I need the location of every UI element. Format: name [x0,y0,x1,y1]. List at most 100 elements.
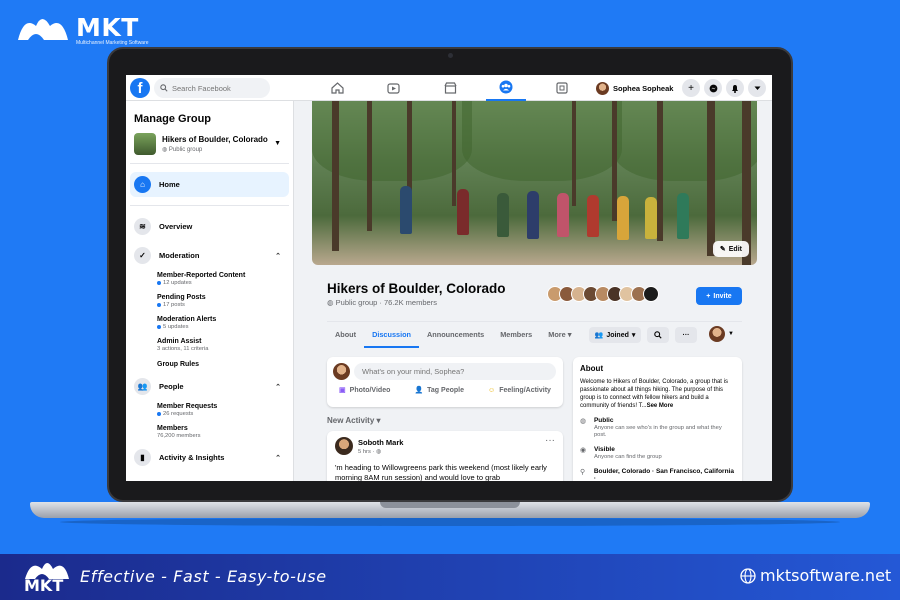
unread-dot [157,281,161,285]
feeling-activity-button[interactable]: ☺ Feeling/Activity [488,386,551,394]
sub-meta: 76,200 members [157,433,289,439]
sidebar-item-moderation[interactable]: ✓ Moderation ⌃ [130,243,289,268]
tab-members[interactable]: Members [492,322,540,348]
post-options-button[interactable]: ··· [545,435,555,446]
mkt-logo: MKT Multichannel Marketing Software [14,10,149,46]
group-thumbnail [134,133,156,155]
groups-icon[interactable] [486,75,526,101]
tab-more[interactable]: More ▾ [540,322,579,348]
sub-meta-text: 5 updates [163,324,189,330]
eye-icon: ◉ [580,447,587,454]
tab-announcements[interactable]: Announcements [419,322,492,348]
chevron-up-icon[interactable]: ⌃ [275,454,281,462]
member-avatars[interactable] [547,286,659,302]
public-desc: Anyone can see who's in the group and wh… [593,425,722,438]
marketplace-icon[interactable] [430,75,470,101]
messenger-icon[interactable] [704,79,722,97]
footer-website[interactable]: mktsoftware.net [740,566,891,585]
user-name: Sophea Sopheak [613,83,674,93]
photo-video-label: Photo/Video [349,386,391,394]
post-author[interactable]: Soboth Mark [358,438,403,447]
hiker [587,195,599,237]
home-icon: ⌂ [134,176,151,193]
laptop-base [30,502,870,518]
page-identity-switcher[interactable]: ▼ [709,326,734,342]
search-group-button[interactable] [647,327,669,343]
globe-icon [740,567,756,584]
sidebar-item-people[interactable]: 👥 People ⌃ [130,374,289,399]
sidebar-sub-member-reported[interactable]: Member-Reported Content 12 updates [130,272,289,286]
globe-icon: ◍ [162,147,169,153]
composer-input[interactable] [354,363,556,380]
search-input[interactable] [172,83,262,93]
about-visible: ◉ Visible Anyone can find the group [580,446,735,461]
tree [452,101,456,206]
sidebar-sub-pending-posts[interactable]: Pending Posts 17 posts [130,294,289,308]
chevron-up-icon[interactable]: ⌃ [275,252,281,260]
footer-tagline: Effective - Fast - Easy-to-use [80,567,327,586]
hiker [497,193,509,237]
laptop-notch [380,502,520,508]
footer-brand-name: MKT [24,576,64,595]
group-switcher-privacy: ◍ Public group [162,146,268,153]
avatar [335,437,353,455]
sub-label: Admin Assist [157,338,202,345]
sidebar-item-activity-insights[interactable]: ▮ Activity & Insights ⌃ [130,445,289,470]
watch-icon[interactable] [373,75,413,101]
group-switcher[interactable]: Hikers of Boulder, Colorado ◍ Public gro… [134,133,289,155]
sidebar-item-label: Activity & Insights [159,453,225,462]
sidebar-sub-members[interactable]: Members 76,200 members [130,425,289,439]
user-profile-chip[interactable]: Sophea Sopheak [596,78,673,98]
sub-meta-text: 26 requests [163,411,194,417]
bell-icon[interactable] [726,79,744,97]
hiker [557,193,569,237]
group-main: ✎ Edit Hikers of Boulder, Colorado ◍ Pub… [294,101,772,481]
home-icon[interactable] [317,75,357,101]
group-switcher-privacy-text: Public group [168,147,203,153]
sidebar-sub-moderation-alerts[interactable]: Moderation Alerts 5 updates [130,316,289,330]
tree [707,101,715,256]
sidebar-sub-group-rules[interactable]: Group Rules [130,361,289,368]
top-navbar: f Sophea Sopheak + [126,75,772,101]
facebook-logo[interactable]: f [130,78,150,98]
sidebar-sub-admin-assist[interactable]: Admin Assist 3 actions, 11 criteria [130,338,289,352]
tag-people-button[interactable]: 👤 Tag People [414,386,464,395]
invite-button[interactable]: + Invite [696,287,742,305]
sub-label: Member-Reported Content [157,272,246,279]
joined-label: Joined [606,331,629,339]
sub-meta: 26 requests [157,411,289,417]
unread-dot [157,325,161,329]
more-options-button[interactable]: ··· [675,327,697,343]
post-composer: ▣Photo/Video 👤Tag People ☺Feeling/Activi… [327,357,563,407]
photo-video-button[interactable]: ▣ Photo/Video [339,386,391,395]
caret-icon: ▾ [376,416,381,425]
public-title: Public [593,417,614,424]
search-box[interactable] [154,78,270,98]
group-tabs: About Discussion Announcements Members M… [327,321,742,348]
edit-cover-button[interactable]: ✎ Edit [712,241,749,257]
gaming-icon[interactable] [542,75,582,101]
foliage [462,101,622,181]
joined-button[interactable]: 👥 Joined ▾ [589,327,641,343]
user-avatar [596,81,609,95]
chevron-down-icon[interactable]: ▼ [274,140,281,147]
sidebar-sub-member-requests[interactable]: Member Requests 26 requests [130,403,289,417]
group-meta-text: Public group · 76.2K members [335,298,437,307]
sidebar-divider [130,163,289,164]
sidebar-item-home[interactable]: ⌂ Home [130,172,289,197]
see-more-link[interactable]: See More [647,403,674,409]
tab-about[interactable]: About [327,322,364,348]
tab-discussion[interactable]: Discussion [364,322,420,348]
shield-icon: ✓ [134,247,151,264]
feed-post: Soboth Mark 5 hrs · ◍ ··· 'm heading to … [327,431,563,481]
plus-icon[interactable]: + [682,79,700,97]
about-title: About [580,364,604,373]
avatar [643,286,659,302]
hiker [527,191,539,239]
group-switcher-name: Hikers of Boulder, Colorado [162,135,268,144]
brand-sub: Multichannel Marketing Software [76,40,149,46]
chevron-up-icon[interactable]: ⌃ [275,383,281,391]
sidebar-item-overview[interactable]: ≋ Overview [130,214,289,239]
caret-icon[interactable] [748,79,766,97]
new-activity-sort[interactable]: New Activity ▾ [327,416,381,425]
